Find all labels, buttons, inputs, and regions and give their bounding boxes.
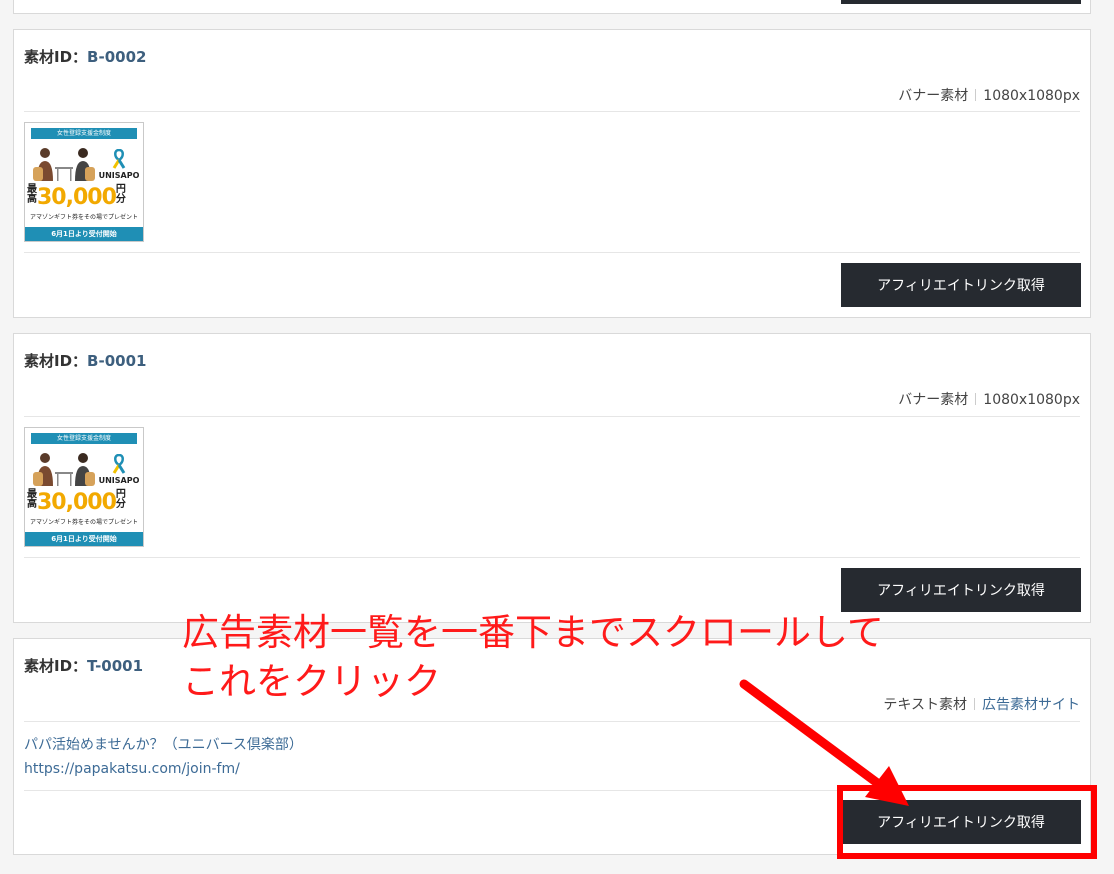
- material-id: 素材ID：T-0001: [24, 655, 143, 676]
- material-id-label: 素材ID：: [24, 352, 88, 370]
- material-id-value: T-0001: [87, 657, 144, 675]
- price-prefix: 最高: [27, 184, 37, 205]
- banner-price: 最高30,000円分: [27, 184, 126, 211]
- divider: [24, 252, 1080, 253]
- brand-logo: UNISAPO: [97, 148, 141, 183]
- card-partial-top: [13, 0, 1091, 14]
- banner-subtext: アマゾンギフト券をその場でプレゼント: [29, 519, 138, 526]
- material-type: テキスト素材: [883, 697, 967, 713]
- banner-footer: 6月1日より受付開始: [25, 227, 143, 241]
- banner-header: 女性登録支援金制度: [31, 128, 137, 139]
- material-id-value: B-0002: [87, 48, 147, 66]
- affiliate-link-button[interactable]: アフィリエイトリンク取得: [841, 568, 1081, 612]
- annotation-line-1: 広告素材一覧を一番下までスクロールして: [182, 611, 884, 654]
- price-amount: 30,000: [37, 185, 117, 210]
- divider: [24, 111, 1080, 112]
- annotation-highlight-box: [837, 785, 1097, 859]
- material-id: 素材ID：B-0002: [24, 46, 146, 67]
- price-suffix: 円分: [115, 489, 126, 510]
- material-size: 1080x1080px: [983, 392, 1080, 408]
- affiliate-link-button-partial[interactable]: [841, 0, 1081, 4]
- meta-separator: [974, 698, 975, 710]
- banner-subtext: アマゾンギフト券をその場でプレゼント: [29, 214, 138, 221]
- material-id: 素材ID：B-0001: [24, 350, 146, 371]
- banner-header: 女性登録支援金制度: [31, 433, 137, 444]
- brand-name: UNISAPO: [98, 171, 140, 180]
- price-suffix: 円分: [115, 184, 126, 205]
- brand-logo: UNISAPO: [97, 453, 141, 488]
- ribbon-icon: [112, 453, 126, 474]
- material-meta: バナー素材 1080x1080px: [898, 85, 1080, 105]
- ribbon-icon: [112, 148, 126, 169]
- people-illustration-icon: [33, 453, 95, 486]
- material-id-value: B-0001: [87, 352, 147, 370]
- material-type: バナー素材: [898, 392, 969, 408]
- banner-footer: 6月1日より受付開始: [25, 532, 143, 546]
- material-meta: テキスト素材 広告素材サイト: [883, 694, 1080, 714]
- annotation-instruction: 広告素材一覧を一番下までスクロールして これをクリック: [182, 608, 884, 706]
- ad-material-site-link[interactable]: 広告素材サイト: [982, 697, 1080, 713]
- material-id-label: 素材ID：: [24, 657, 88, 675]
- brand-name: UNISAPO: [98, 476, 140, 485]
- banner-price: 最高30,000円分: [27, 489, 126, 516]
- material-type: バナー素材: [898, 88, 969, 104]
- text-material-content: パパ活始めませんか？（ユニバース倶楽部） https://papakatsu.c…: [24, 733, 303, 781]
- material-size: 1080x1080px: [983, 88, 1080, 104]
- material-card: 素材ID：B-0001 バナー素材 1080x1080px 女性登録支援金制度 U…: [13, 333, 1091, 623]
- annotation-line-2: これをクリック: [182, 660, 441, 703]
- material-id-label: 素材ID：: [24, 48, 88, 66]
- people-illustration-icon: [33, 148, 95, 181]
- material-card: 素材ID：B-0002 バナー素材 1080x1080px 女性登録支援金制度 U…: [13, 29, 1091, 318]
- material-meta: バナー素材 1080x1080px: [898, 389, 1080, 409]
- divider: [24, 557, 1080, 558]
- meta-separator: [975, 89, 977, 101]
- meta-separator: [975, 393, 977, 405]
- price-amount: 30,000: [37, 490, 117, 515]
- divider: [24, 721, 1080, 722]
- price-prefix: 最高: [27, 489, 37, 510]
- banner-thumbnail[interactable]: 女性登録支援金制度 UNISAPO 最高30,000円分 アマゾンギフト券をその…: [24, 427, 144, 547]
- text-material-title: パパ活始めませんか？（ユニバース倶楽部）: [24, 737, 303, 753]
- affiliate-link-button[interactable]: アフィリエイトリンク取得: [841, 263, 1081, 307]
- banner-thumbnail[interactable]: 女性登録支援金制度 UNISAPO 最高30,000円分 アマゾンギフト券をその…: [24, 122, 144, 242]
- divider: [24, 416, 1080, 417]
- text-material-url[interactable]: https://papakatsu.com/join-fm/: [24, 757, 303, 781]
